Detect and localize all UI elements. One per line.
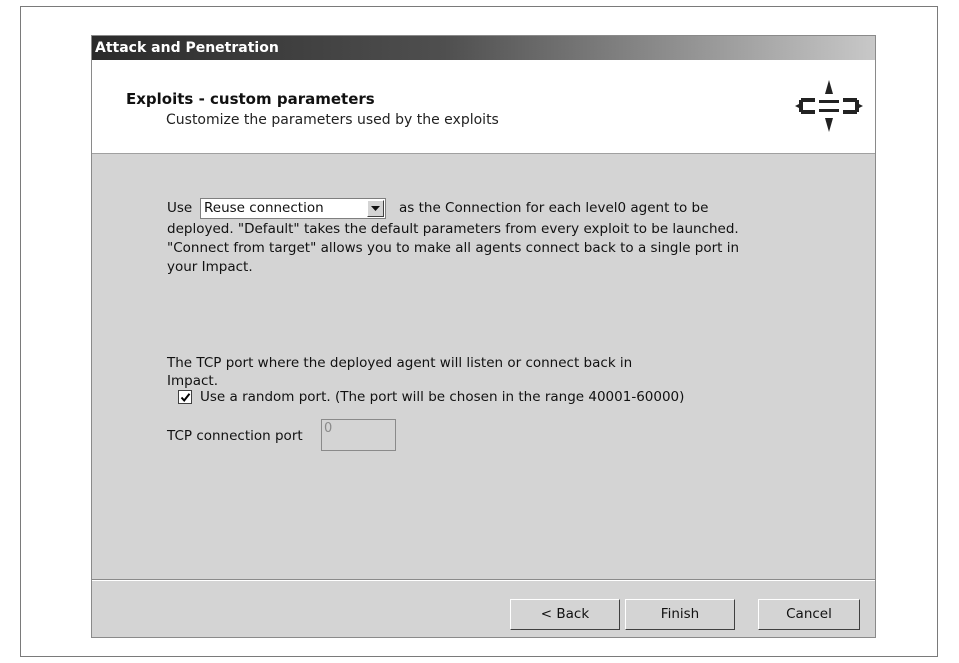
page-subtitle: Customize the parameters used by the exp… [166,112,499,128]
crosshair-target-icon [795,80,863,132]
page-title: Exploits - custom parameters [126,90,375,108]
window-title: Attack and Penetration [92,36,875,60]
chevron-down-icon [371,206,380,211]
connection-prefix: Use [167,200,193,216]
button-separator [92,579,875,581]
port-description-line1: The TCP port where the deployed agent wi… [167,355,633,371]
connection-select[interactable]: Reuse connection [200,198,386,219]
dropdown-button[interactable] [367,200,384,217]
checkmark-icon [180,393,191,403]
back-button[interactable]: < Back [510,599,620,630]
cancel-button[interactable]: Cancel [758,599,860,630]
tcp-port-input[interactable]: 0 [321,419,396,451]
random-port-checkbox[interactable] [178,390,192,404]
tcp-port-label: TCP connection port [167,428,303,444]
connection-help-line4: your Impact. [167,259,253,275]
connection-select-value: Reuse connection [204,200,324,216]
finish-button[interactable]: Finish [625,599,735,630]
random-port-label[interactable]: Use a random port. (The port will be cho… [200,388,684,407]
wizard-header: Exploits - custom parameters Customize t… [92,60,875,154]
connection-suffix: as the Connection for each level0 agent … [399,200,709,216]
connection-help-line3: "Connect from target" allows you to make… [167,240,740,256]
connection-help-line2: deployed. "Default" takes the default pa… [167,221,739,237]
wizard-dialog: Attack and Penetration Exploits - custom… [91,35,876,638]
